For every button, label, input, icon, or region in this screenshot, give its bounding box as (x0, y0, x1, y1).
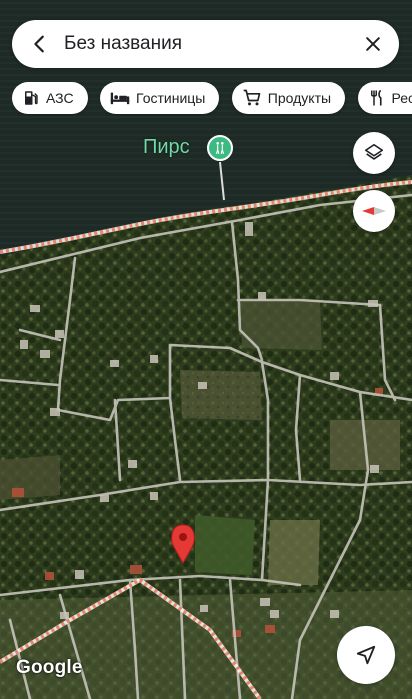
chip-groceries[interactable]: Продукты (231, 82, 346, 114)
category-chips: АЗС Гостиницы Продукты Рес (12, 82, 412, 116)
my-location-arrow-icon (356, 645, 376, 665)
pier-icon[interactable] (207, 135, 233, 161)
layers-button[interactable] (353, 132, 395, 174)
poi-label[interactable]: Пирс (143, 136, 190, 159)
my-location-button[interactable] (337, 626, 395, 684)
restaurant-icon (370, 89, 382, 106)
chip-hotels[interactable]: Гостиницы (100, 82, 220, 114)
close-icon (366, 37, 380, 51)
close-button[interactable] (349, 20, 397, 68)
search-bar[interactable]: Без названия (12, 20, 399, 68)
back-arrow-icon (34, 35, 44, 53)
chip-label: Продукты (267, 90, 332, 106)
google-logo: Google (16, 657, 83, 678)
gas-station-icon (25, 91, 38, 105)
chip-gas-station[interactable]: АЗС (12, 82, 88, 114)
layers-icon (364, 143, 384, 160)
chip-label: Рес (391, 90, 412, 106)
chip-label: Гостиницы (136, 90, 206, 106)
compass-button[interactable] (353, 190, 395, 232)
chip-restaurants[interactable]: Рес (357, 82, 412, 114)
shopping-cart-icon (243, 89, 261, 106)
back-button[interactable] (16, 20, 64, 68)
bed-icon (110, 92, 130, 105)
chip-label: АЗС (46, 90, 74, 106)
compass-icon (362, 207, 386, 215)
walking-people-icon (215, 142, 225, 154)
place-title[interactable]: Без названия (64, 33, 349, 55)
